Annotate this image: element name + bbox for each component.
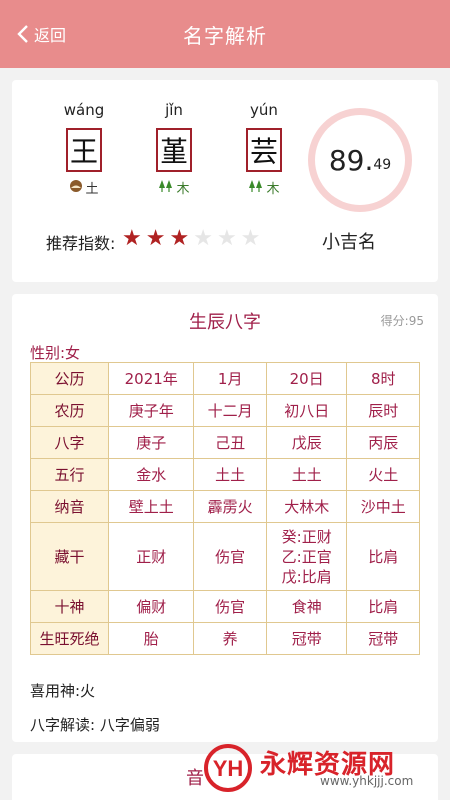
table-cell: 初八日 (265, 394, 348, 427)
element-tag: 土 (54, 178, 114, 197)
score-ring: 89. 49 (308, 108, 412, 212)
tree-icon (158, 179, 174, 197)
table-row: 十神 偏财 伤官 食神 比肩 (30, 590, 420, 623)
score-integer: 89. (328, 143, 374, 177)
table-cell: 比肩 (346, 590, 420, 623)
star-rating: ★ ★ ★ ★ ★ ★ (122, 228, 260, 250)
gender-label: 性别:女 (30, 344, 81, 362)
recommend-label: 推荐指数: (46, 234, 116, 253)
table-row: 纳音 壁上土 霹雳火 大林木 沙中土 (30, 490, 420, 523)
row-header: 五行 (30, 458, 109, 491)
row-header: 藏干 (30, 522, 109, 591)
watermark-logo: YH (204, 744, 252, 792)
star-icon-filled: ★ (169, 226, 190, 251)
table-cell: 土土 (193, 458, 267, 491)
star-icon-empty: ★ (240, 226, 261, 251)
table-cell: 霹雳火 (193, 490, 267, 523)
name-char-3: yún 芸 木 (234, 100, 294, 197)
row-header: 纳音 (30, 490, 109, 523)
row-header: 八字 (30, 426, 109, 459)
page: 返回 名字解析 wáng 王 土 jǐn 堇 木 yún 芸 木 89. 49 … (0, 0, 450, 800)
table-cell: 戊辰 (265, 426, 348, 459)
table-cell: 1月 (193, 362, 267, 395)
element-tag: 木 (234, 178, 294, 197)
table-row: 八字 庚子 己丑 戊辰 丙辰 (30, 426, 420, 459)
table-cell: 大林木 (265, 490, 348, 523)
table-cell: 伤官 (193, 522, 267, 591)
pinyin: yún (250, 101, 278, 119)
star-icon-filled: ★ (122, 226, 142, 251)
row-header: 生旺死绝 (30, 622, 109, 655)
element-label: 土 (85, 182, 99, 197)
table-cell: 养 (193, 622, 267, 655)
name-summary-card: wáng 王 土 jǐn 堇 木 yún 芸 木 89. 49 推荐指数: ★ … (12, 80, 438, 282)
table-cell: 庚子 (107, 426, 195, 459)
table-cell: 辰时 (346, 394, 420, 427)
table-cell: 食神 (265, 590, 348, 623)
table-cell: 土土 (265, 458, 348, 491)
star-icon-filled: ★ (145, 226, 166, 251)
name-level: 小吉名 (322, 232, 376, 253)
multiline-cell-text: 癸:正财 乙:正官 戊:比肩 (281, 527, 332, 586)
table-cell: 丙辰 (346, 426, 420, 459)
table-row: 五行 金水 土土 土土 火土 (30, 458, 420, 491)
bazi-table: 公历 2021年 1月 20日 8时 农历 庚子年 十二月 初八日 辰时 八字 庚子 己丑 戊辰 丙辰 五行金… (30, 362, 420, 655)
tree-icon (248, 179, 264, 197)
table-cell: 胎 (107, 622, 195, 655)
table-row: 生旺死绝胎养冠带 冠带 (30, 622, 420, 655)
table-cell: 己丑 (193, 426, 267, 459)
char-box: 堇 (156, 128, 192, 172)
watermark: YH 永辉资源网 www.yhkjjj.com (200, 740, 440, 796)
table-cell: 冠带 (265, 622, 348, 655)
bazi-interpretation: 八字解读: 八字偏弱 (30, 716, 160, 734)
page-title: 名字解析 (183, 24, 267, 48)
element-label: 木 (266, 182, 280, 197)
xiyong-text: 喜用神:火 (30, 682, 96, 700)
char-box: 芸 (246, 128, 282, 172)
table-cell: 金水 (107, 458, 195, 491)
svg-text:YH: YH (213, 756, 244, 781)
table-cell: 壁上土 (107, 490, 195, 523)
earth-icon (69, 179, 83, 197)
table-row: 藏干 正财 伤官 癸:正财 乙:正官 戊:比肩 比肩 (30, 522, 420, 591)
table-cell: 冠带 (346, 622, 420, 655)
table-cell: 伤官 (193, 590, 267, 623)
table-cell: 癸:正财 乙:正官 戊:比肩 (265, 522, 348, 591)
star-icon-empty: ★ (216, 226, 237, 251)
bazi-card: 生辰八字 得分:95 性别:女 公历 2021年 1月 20日 8时 农历 庚子年 十二月 初八… (12, 294, 438, 742)
name-char-1: wáng 王 土 (54, 100, 114, 197)
row-header: 农历 (30, 394, 109, 427)
table-cell: 8时 (346, 362, 420, 395)
char-box: 王 (66, 128, 102, 172)
row-header: 公历 (30, 362, 109, 395)
watermark-url: www.yhkjjj.com (320, 774, 414, 788)
section-title: 生辰八字 (189, 312, 261, 333)
element-tag: 木 (144, 178, 204, 197)
app-header: 返回 名字解析 (0, 0, 450, 68)
star-icon-empty: ★ (193, 226, 213, 251)
table-cell: 十二月 (193, 394, 267, 427)
pinyin: wáng (63, 101, 105, 119)
element-label: 木 (176, 182, 190, 197)
table-row: 农历 庚子年 十二月 初八日 辰时 (30, 394, 420, 427)
table-cell: 沙中土 (346, 490, 420, 523)
section-score: 得分:95 (380, 314, 424, 328)
table-cell: 偏财 (107, 590, 195, 623)
table-cell: 火土 (346, 458, 420, 491)
table-cell: 正财 (107, 522, 195, 591)
table-cell: 比肩 (346, 522, 420, 591)
score-value: 89. 49 (315, 115, 405, 205)
table-cell: 2021年 (107, 362, 195, 395)
table-cell: 庚子年 (107, 394, 195, 427)
row-header: 十神 (30, 590, 109, 623)
name-char-2: jǐn 堇 木 (144, 100, 204, 197)
table-row: 公历 2021年 1月 20日 8时 (30, 362, 420, 395)
score-decimal: 49 (373, 157, 392, 173)
pinyin: jǐn (165, 101, 183, 119)
table-cell: 20日 (265, 362, 348, 395)
